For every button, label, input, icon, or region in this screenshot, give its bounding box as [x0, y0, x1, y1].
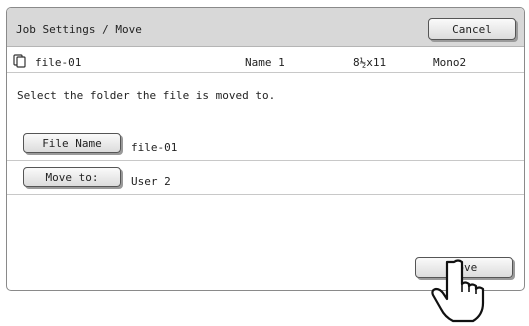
- instruction-text: Select the folder the file is moved to.: [17, 89, 276, 102]
- file-info-row: file-01 Name 1 8½x11 Mono2: [7, 52, 524, 73]
- file-user: Name 1: [245, 56, 285, 69]
- document-stack-icon: [13, 54, 26, 68]
- file-color-mode: Mono2: [433, 56, 467, 69]
- file-paper-size: 8½x11: [353, 56, 387, 69]
- file-name-button[interactable]: File Name: [23, 133, 121, 153]
- move-dialog: Job Settings / Move Cancel file-01 Name …: [6, 7, 525, 291]
- dialog-title: Job Settings / Move: [16, 23, 142, 36]
- dialog-header: Job Settings / Move Cancel: [7, 8, 524, 47]
- move-to-value: User 2: [131, 175, 171, 188]
- file-name-row: File Name file-01: [7, 132, 524, 161]
- file-name-value: file-01: [131, 141, 178, 154]
- file-name: file-01: [35, 56, 82, 69]
- move-to-row: Move to: User 2: [7, 166, 524, 195]
- cancel-button[interactable]: Cancel: [428, 18, 516, 40]
- move-to-button[interactable]: Move to:: [23, 167, 121, 187]
- pointing-hand-icon: [431, 259, 485, 323]
